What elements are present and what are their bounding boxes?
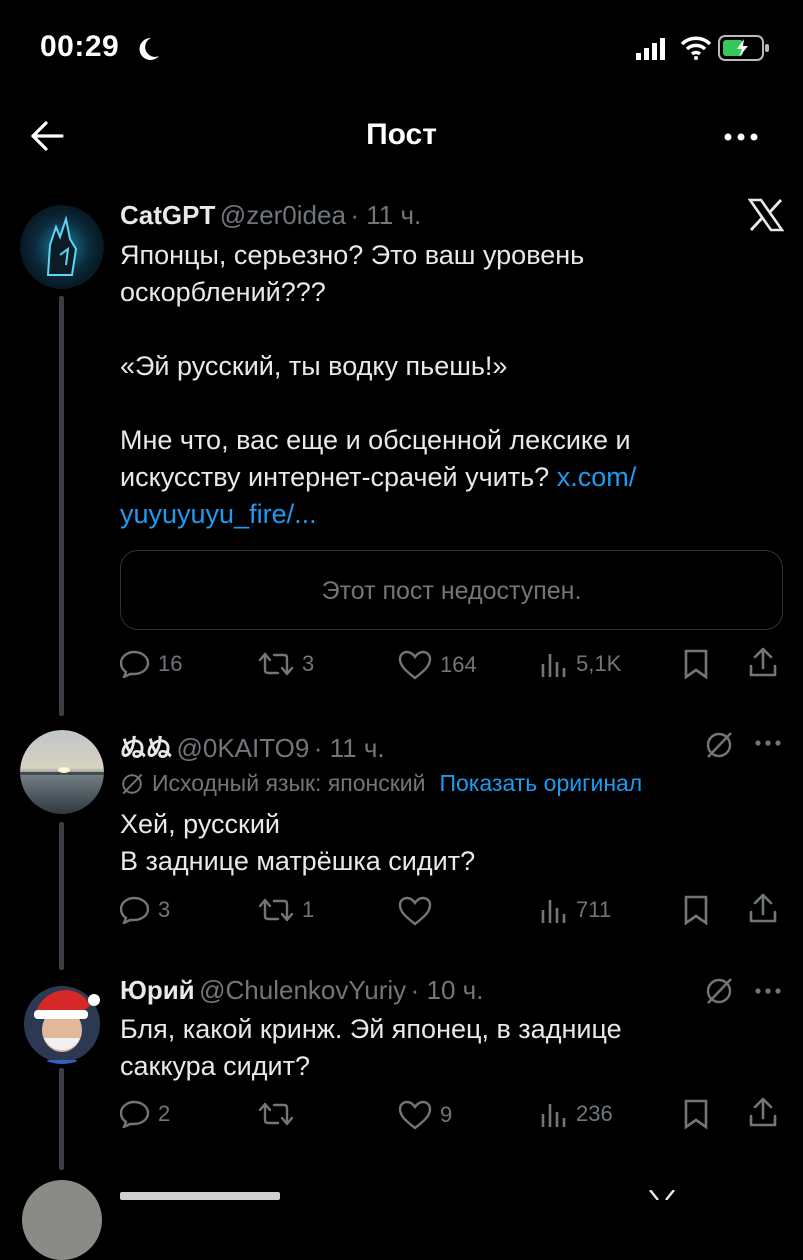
post-time: · 10 ч.: [410, 975, 484, 1005]
reply-count: 2: [158, 1101, 171, 1126]
thread-line: [59, 1068, 64, 1170]
views-count: 5,1K: [576, 651, 622, 676]
x-logo-icon: [748, 198, 784, 232]
reply-header: Юрий @ChulenkovYuriy · 10 ч.: [120, 975, 483, 1006]
views-icon: [541, 900, 566, 923]
post-link-continued[interactable]: yuyuyuyu_fire/...: [120, 496, 780, 533]
signal-icon: [636, 38, 665, 60]
reply-header: ぬぬ @0KAITO9 · 11 ч.: [120, 728, 385, 765]
post-text-line: Японцы, серьезно? Это ваш уровень: [120, 240, 585, 270]
post-link[interactable]: x.com/: [557, 462, 637, 492]
author-name[interactable]: ぬぬ: [120, 733, 172, 763]
repost-count: 1: [302, 897, 315, 922]
like-button[interactable]: 164: [398, 650, 477, 680]
views-button[interactable]: 711: [540, 896, 611, 924]
x-logo-icon: [649, 1190, 675, 1200]
like-count: 164: [440, 652, 477, 677]
reply-text: Хей, русский В заднице матрёшка сидит?: [120, 806, 780, 880]
like-button[interactable]: 9: [398, 1100, 452, 1130]
avatar[interactable]: [20, 730, 104, 814]
post-text-line: «Эй русский, ты водку пьешь!»: [120, 351, 508, 381]
reply-text-line: Бля, какой кринж. Эй японец, в заднице: [120, 1014, 622, 1044]
wifi-icon: [680, 36, 712, 60]
reply-button[interactable]: 2: [120, 1100, 170, 1128]
views-icon: [541, 654, 566, 677]
views-icon: [541, 1104, 566, 1127]
author-name[interactable]: CatGPT: [120, 200, 215, 230]
translate-icon[interactable]: [704, 730, 734, 760]
post-header: CatGPT @zer0idea · 11 ч.: [120, 200, 421, 231]
reply-text-line: саккура сидит?: [120, 1051, 310, 1081]
thread-line: [59, 296, 64, 716]
quoted-post-unavailable[interactable]: Этот пост недоступен.: [120, 550, 783, 630]
show-original-link[interactable]: Показать оригинал: [439, 770, 642, 797]
like-count: 9: [440, 1102, 453, 1127]
like-icon: [398, 650, 432, 680]
reply-button[interactable]: 3: [120, 896, 170, 924]
post-text-line: Мне что, вас еще и обсценной лексике и: [120, 425, 631, 455]
like-icon: [398, 896, 432, 926]
translate-icon[interactable]: [704, 976, 734, 1006]
views-count: 711: [576, 897, 612, 922]
avatar[interactable]: [22, 1180, 102, 1260]
like-button[interactable]: [398, 896, 440, 926]
more-icon[interactable]: [754, 736, 782, 750]
repost-button[interactable]: 1: [258, 896, 314, 924]
repost-icon: [258, 652, 294, 676]
bookmark-icon[interactable]: [682, 894, 710, 926]
page-title: Пост: [366, 118, 437, 151]
post-text: Японцы, серьезно? Это ваш уровень оскорб…: [120, 237, 780, 533]
post-time: · 11 ч.: [313, 733, 385, 763]
bookmark-icon[interactable]: [682, 1098, 710, 1130]
bookmark-icon[interactable]: [682, 648, 710, 680]
repost-icon: [258, 898, 294, 922]
more-icon[interactable]: [722, 122, 760, 152]
reply-text-line: В заднице матрёшка сидит?: [120, 846, 476, 876]
repost-icon: [258, 1102, 294, 1126]
more-icon[interactable]: [754, 984, 782, 998]
like-icon: [398, 1100, 432, 1130]
share-icon[interactable]: [748, 1096, 778, 1128]
translate-icon: [122, 773, 143, 794]
share-icon[interactable]: [748, 646, 778, 678]
status-time: 00:29: [40, 30, 120, 63]
repost-count: 3: [302, 651, 315, 676]
views-count: 236: [576, 1101, 613, 1126]
views-button[interactable]: 236: [540, 1100, 613, 1128]
post-text-line: искусству интернет-срачей учить?: [120, 462, 550, 492]
battery-icon: [718, 35, 769, 61]
share-icon[interactable]: [748, 892, 778, 924]
author-handle[interactable]: @0KAITO9: [176, 733, 309, 763]
reply-text-line: Хей, русский: [120, 809, 280, 839]
repost-button[interactable]: 3: [258, 650, 314, 678]
thread-line: [59, 822, 64, 970]
reply-icon: [120, 1100, 150, 1128]
translation-label: Исходный язык: японский: [152, 770, 426, 796]
next-reply-partial: [120, 1192, 280, 1200]
author-handle[interactable]: @ChulenkovYuriy: [199, 975, 406, 1005]
reply-button[interactable]: 16: [120, 650, 182, 678]
author-name[interactable]: Юрий: [120, 975, 195, 1005]
translation-row: Исходный язык: японский Показать оригина…: [120, 770, 642, 797]
reply-count: 3: [158, 897, 171, 922]
reply-text: Бля, какой кринж. Эй японец, в заднице с…: [120, 1011, 780, 1085]
reply-icon: [120, 650, 150, 678]
views-button[interactable]: 5,1K: [540, 650, 621, 678]
avatar[interactable]: [20, 205, 104, 289]
reply-icon: [120, 896, 150, 924]
post-time: · 11 ч.: [350, 200, 422, 230]
repost-button[interactable]: [258, 1100, 302, 1128]
post-text-line: оскорблений???: [120, 277, 326, 307]
author-handle[interactable]: @zer0idea: [220, 200, 346, 230]
avatar[interactable]: [18, 976, 106, 1064]
moon-icon: [139, 37, 159, 60]
reply-count: 16: [158, 651, 183, 676]
